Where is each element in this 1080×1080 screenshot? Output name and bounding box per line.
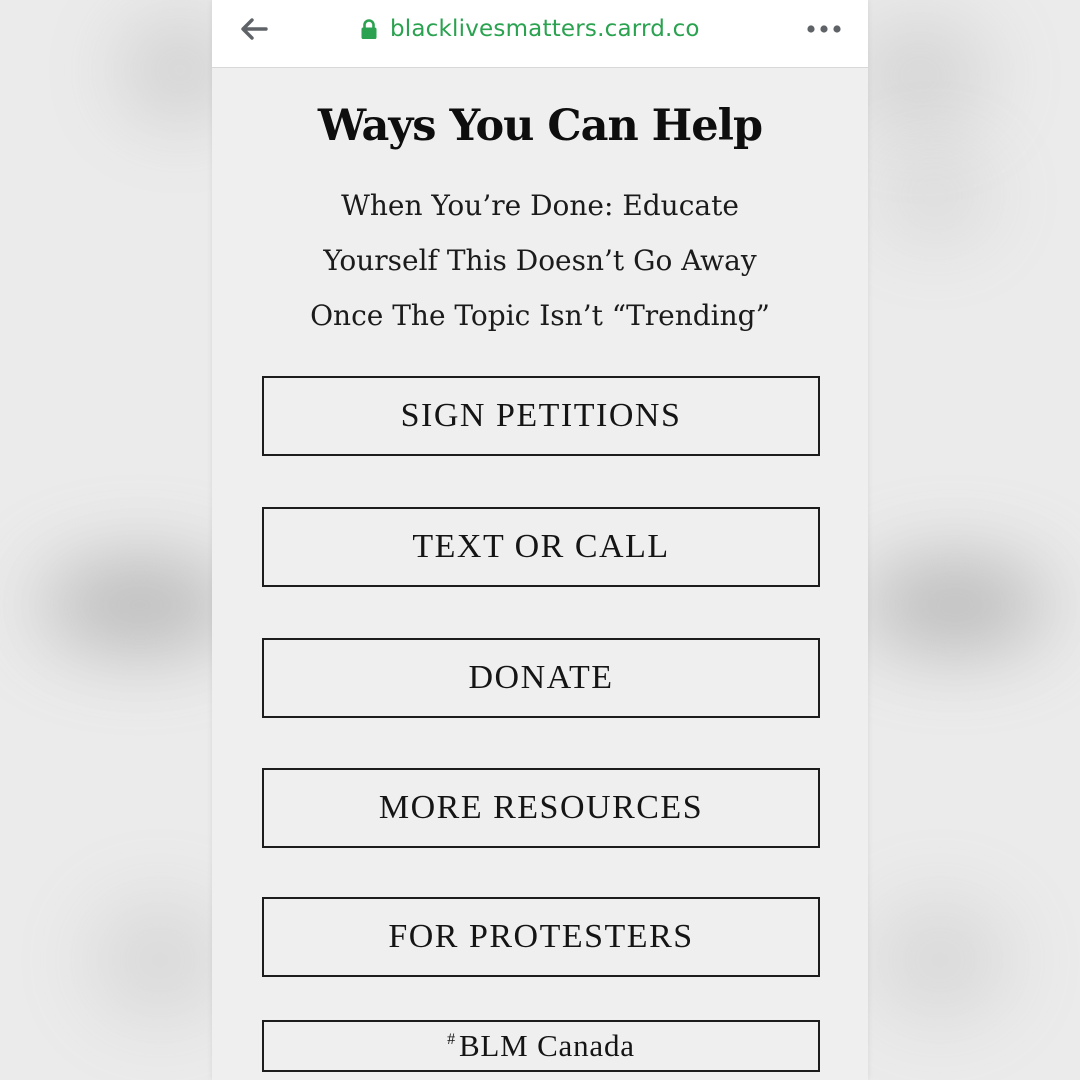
page-title: Ways You Can Help (317, 101, 763, 151)
subtitle-line: Yourself This Doesn’t Go Away (323, 244, 757, 277)
page-subtitle: When You’re Done: Educate Yourself This … (270, 178, 810, 343)
back-arrow-icon (241, 18, 268, 40)
button-label: SIGN PETITIONS (400, 397, 682, 434)
button-label: FOR PROTESTERS (388, 918, 694, 955)
blur-shape (860, 560, 1050, 650)
blur-shape (40, 560, 240, 650)
for-protesters-button[interactable]: FOR PROTESTERS (262, 897, 820, 977)
more-options-icon (807, 25, 841, 33)
lock-icon (361, 19, 377, 39)
subtitle-line: Once The Topic Isn’t “Trending” (310, 299, 770, 332)
donate-button[interactable]: DONATE (262, 638, 820, 718)
button-label: MORE RESOURCES (378, 789, 704, 826)
blur-shape (850, 20, 990, 130)
url-text: blacklivesmatters.carrd.co (390, 16, 700, 42)
sign-petitions-button[interactable]: SIGN PETITIONS (262, 376, 820, 456)
more-resources-button[interactable]: MORE RESOURCES (262, 768, 820, 848)
blur-shape (880, 150, 990, 240)
subtitle-line: When You’re Done: Educate (341, 189, 739, 222)
blur-shape (90, 900, 230, 1020)
url-field[interactable]: blacklivesmatters.carrd.co (360, 12, 700, 46)
button-label: BLM Canada (458, 1028, 635, 1063)
more-options-button[interactable] (802, 14, 846, 44)
hash-symbol: # (447, 1031, 456, 1048)
button-label: DONATE (468, 659, 614, 696)
blm-canada-button[interactable]: # BLM Canada (262, 1020, 820, 1072)
browser-address-bar: blacklivesmatters.carrd.co (212, 0, 868, 68)
phone-screen: blacklivesmatters.carrd.co Ways You Can … (212, 0, 868, 1080)
blur-shape (870, 900, 1010, 1020)
back-button[interactable] (234, 12, 274, 46)
text-or-call-button[interactable]: TEXT OR CALL (262, 507, 820, 587)
button-label: TEXT OR CALL (412, 528, 670, 565)
